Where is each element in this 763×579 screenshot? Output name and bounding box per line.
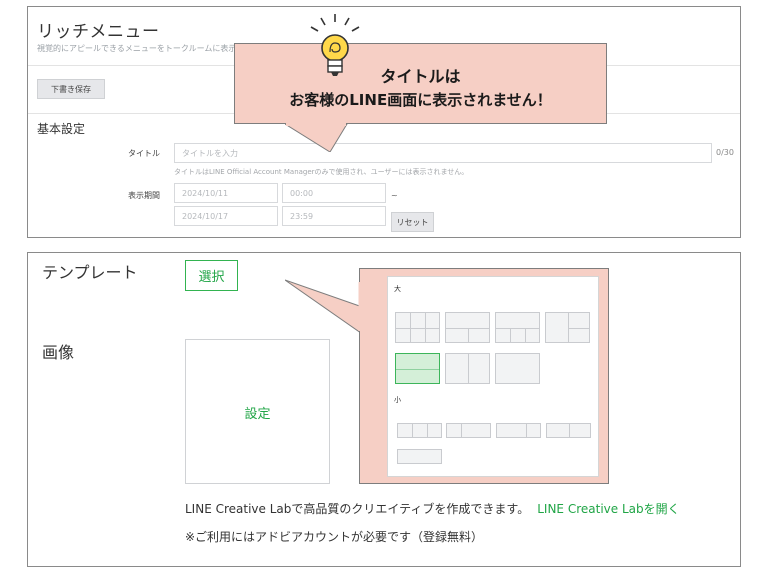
large-template-4[interactable] [545, 312, 590, 343]
creative-lab-text: LINE Creative Labで高品質のクリエイティブを作成できます。 [185, 502, 530, 516]
callout-line-2: お客様のLINE画面に表示されません！ [289, 91, 552, 109]
callout-line-1: タイトルは [380, 67, 461, 86]
small-template-1[interactable] [397, 423, 442, 438]
image-upload-box[interactable]: 設定 [185, 339, 330, 484]
reset-button[interactable]: リセット [391, 212, 434, 232]
large-template-1[interactable] [395, 312, 440, 343]
draft-save-button[interactable]: 下書き保存 [37, 79, 105, 99]
display-period-label: 表示期間 [128, 191, 160, 200]
creative-lab-line: LINE Creative Labで高品質のクリエイティブを作成できます。 LIN… [185, 500, 680, 517]
basic-settings-heading: 基本設定 [37, 122, 86, 136]
period-separator: ~ [391, 191, 398, 200]
creative-lab-link[interactable]: LINE Creative Labを開く [537, 502, 679, 516]
small-template-2[interactable] [446, 423, 491, 438]
template-select-button[interactable]: 選択 [185, 260, 238, 291]
template-heading: テンプレート [42, 263, 138, 282]
title-input[interactable]: タイトルを入力 [174, 143, 712, 163]
template-preview: 大 小 [387, 276, 599, 477]
small-template-5[interactable] [397, 449, 442, 464]
large-template-heading: 大 [394, 285, 401, 293]
template-callout-tail [285, 279, 361, 333]
end-time-input[interactable]: 23:59 [282, 206, 386, 226]
adobe-account-note: ※ご利用にはアドビアカウントが必要です（登録無料） [185, 530, 484, 544]
small-template-3[interactable] [496, 423, 541, 438]
end-date-input[interactable]: 2024/10/17 [174, 206, 278, 226]
page-title: リッチメニュー [37, 22, 160, 42]
title-note: タイトルはLINE Official Account Managerのみで使用さ… [174, 168, 469, 176]
large-template-2[interactable] [445, 312, 490, 343]
start-time-input[interactable]: 00:00 [282, 183, 386, 203]
large-template-6[interactable] [445, 353, 490, 384]
image-set-label[interactable]: 設定 [186, 403, 329, 422]
image-heading: 画像 [42, 343, 75, 362]
callout-tail [285, 123, 348, 152]
title-char-counter: 0/30 [716, 148, 734, 157]
large-template-7[interactable] [495, 353, 540, 384]
title-label: タイトル [128, 149, 160, 158]
small-template-4[interactable] [546, 423, 591, 438]
lightbulb-icon [310, 14, 360, 76]
start-date-input[interactable]: 2024/10/11 [174, 183, 278, 203]
large-template-5-selected[interactable] [395, 353, 440, 384]
small-template-heading: 小 [394, 396, 401, 404]
large-template-3[interactable] [495, 312, 540, 343]
page-description: 視覚的にアピールできるメニューをトークルームに表示 [37, 44, 237, 53]
